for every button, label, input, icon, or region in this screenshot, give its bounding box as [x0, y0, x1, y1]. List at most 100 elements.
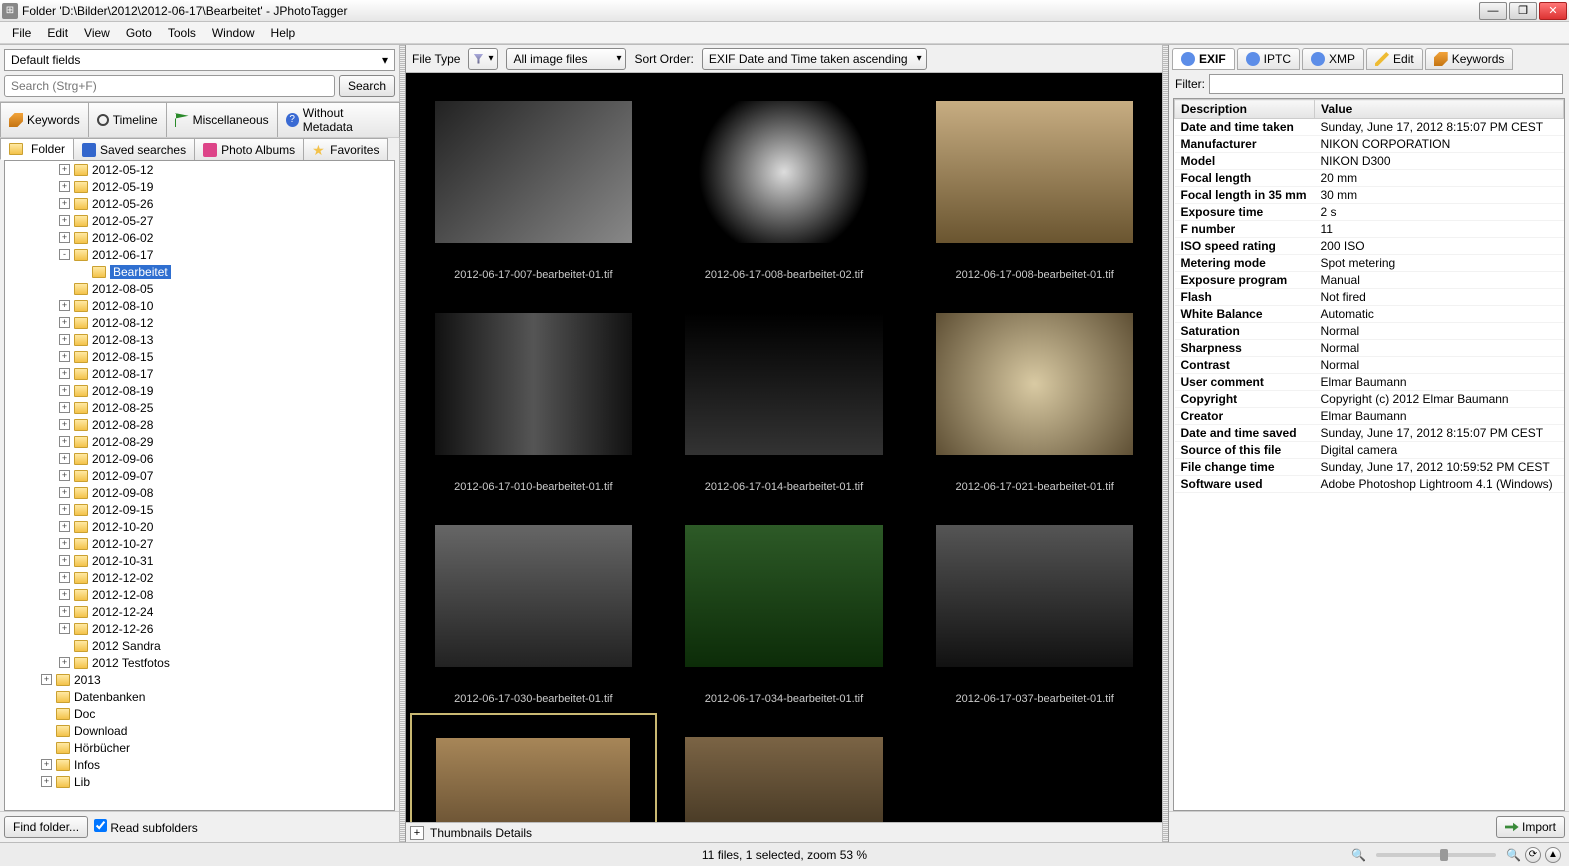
- search-button[interactable]: Search: [339, 75, 395, 97]
- tree-node[interactable]: Download: [5, 722, 394, 739]
- tree-node[interactable]: +2013: [5, 671, 394, 688]
- thumbnail[interactable]: 2012-06-17-008-bearbeitet-02.tif: [661, 77, 908, 285]
- tree-node[interactable]: +2012-12-26: [5, 620, 394, 637]
- zoom-slider-knob[interactable]: [1440, 849, 1448, 861]
- find-folder-button[interactable]: Find folder...: [4, 816, 88, 838]
- read-subfolders-checkbox[interactable]: [94, 819, 107, 832]
- refresh-button[interactable]: ⟳: [1525, 847, 1541, 863]
- thumbnail[interactable]: 2012-06-17-037-bearbeitet-01.tif: [911, 501, 1158, 709]
- menu-goto[interactable]: Goto: [118, 24, 160, 42]
- expand-icon[interactable]: -: [59, 249, 70, 260]
- tab-photo-albums[interactable]: Photo Albums: [194, 138, 304, 160]
- expand-icon[interactable]: +: [59, 334, 70, 345]
- metadata-row[interactable]: Exposure time2 s: [1175, 204, 1564, 221]
- expand-icon[interactable]: +: [59, 606, 70, 617]
- tree-node[interactable]: +2012-09-08: [5, 484, 394, 501]
- metadata-row[interactable]: File change timeSunday, June 17, 2012 10…: [1175, 459, 1564, 476]
- filetype-dropdown[interactable]: All image files: [506, 48, 626, 70]
- tree-node[interactable]: Hörbücher: [5, 739, 394, 756]
- tree-node[interactable]: Bearbeitet: [5, 263, 394, 280]
- filetype-filter-button[interactable]: [468, 48, 498, 70]
- tree-node[interactable]: +2012-12-24: [5, 603, 394, 620]
- metadata-row[interactable]: Metering modeSpot metering: [1175, 255, 1564, 272]
- thumbnail[interactable]: 2012-06-17-043-bearbeitet-01.tif: [661, 713, 908, 822]
- tab-folder[interactable]: Folder: [0, 138, 74, 160]
- expand-icon[interactable]: +: [59, 487, 70, 498]
- tree-node[interactable]: 2012 Sandra: [5, 637, 394, 654]
- metadata-row[interactable]: White BalanceAutomatic: [1175, 306, 1564, 323]
- metadata-row[interactable]: F number11: [1175, 221, 1564, 238]
- tab-timeline[interactable]: Timeline: [88, 102, 167, 137]
- metadata-tab-iptc[interactable]: IPTC: [1237, 48, 1300, 70]
- metadata-row[interactable]: FlashNot fired: [1175, 289, 1564, 306]
- expand-icon[interactable]: +: [59, 419, 70, 430]
- tab-saved-searches[interactable]: Saved searches: [73, 138, 195, 160]
- metadata-row[interactable]: Software usedAdobe Photoshop Lightroom 4…: [1175, 476, 1564, 493]
- tab-miscellaneous[interactable]: Miscellaneous: [166, 102, 278, 137]
- col-value[interactable]: Value: [1315, 100, 1564, 119]
- tree-node[interactable]: Doc: [5, 705, 394, 722]
- thumbnail[interactable]: 2012-06-17-034-bearbeitet-01.tif: [661, 501, 908, 709]
- tree-node[interactable]: +2012-08-10: [5, 297, 394, 314]
- metadata-row[interactable]: ManufacturerNIKON CORPORATION: [1175, 136, 1564, 153]
- folder-tree[interactable]: +2012-05-12+2012-05-19+2012-05-26+2012-0…: [4, 160, 395, 811]
- expand-icon[interactable]: +: [59, 623, 70, 634]
- tree-node[interactable]: +2012-09-07: [5, 467, 394, 484]
- thumbnail[interactable]: 2012-06-17-008-bearbeitet-01.tif: [911, 77, 1158, 285]
- metadata-row[interactable]: CreatorElmar Baumann: [1175, 408, 1564, 425]
- menu-edit[interactable]: Edit: [39, 24, 76, 42]
- metadata-row[interactable]: Date and time takenSunday, June 17, 2012…: [1175, 119, 1564, 136]
- metadata-row[interactable]: ModelNIKON D300: [1175, 153, 1564, 170]
- metadata-row[interactable]: Date and time savedSunday, June 17, 2012…: [1175, 425, 1564, 442]
- search-input[interactable]: [4, 75, 335, 97]
- expand-icon[interactable]: +: [59, 402, 70, 413]
- close-button[interactable]: ✕: [1539, 2, 1567, 20]
- tree-node[interactable]: +2012-08-19: [5, 382, 394, 399]
- expand-icon[interactable]: +: [59, 470, 70, 481]
- thumbnail[interactable]: 2012-06-17-040-bearbeitet-01.tif: [410, 713, 657, 822]
- thumbnail-grid[interactable]: 2012-06-17-007-bearbeitet-01.tif2012-06-…: [406, 73, 1162, 822]
- metadata-table[interactable]: Description Value Date and time takenSun…: [1173, 98, 1565, 811]
- tree-node[interactable]: +2012-08-15: [5, 348, 394, 365]
- expand-icon[interactable]: +: [59, 198, 70, 209]
- metadata-row[interactable]: CopyrightCopyright (c) 2012 Elmar Bauman…: [1175, 391, 1564, 408]
- metadata-tab-edit[interactable]: Edit: [1366, 48, 1423, 70]
- zoom-out-icon[interactable]: 🔍: [1351, 848, 1366, 862]
- tree-node[interactable]: +2012-12-08: [5, 586, 394, 603]
- minimize-button[interactable]: —: [1479, 2, 1507, 20]
- metadata-tab-exif[interactable]: EXIF: [1172, 48, 1235, 70]
- tree-node[interactable]: +2012-05-19: [5, 178, 394, 195]
- tree-node[interactable]: +2012-08-12: [5, 314, 394, 331]
- metadata-row[interactable]: Focal length20 mm: [1175, 170, 1564, 187]
- expand-icon[interactable]: +: [41, 759, 52, 770]
- expand-icon[interactable]: +: [59, 555, 70, 566]
- import-button[interactable]: Import: [1496, 816, 1565, 838]
- expand-icon[interactable]: +: [59, 351, 70, 362]
- metadata-tab-keywords[interactable]: Keywords: [1425, 48, 1514, 70]
- tree-node[interactable]: +2012-09-06: [5, 450, 394, 467]
- sort-dropdown[interactable]: EXIF Date and Time taken ascending: [702, 48, 927, 70]
- tree-node[interactable]: +2012-10-27: [5, 535, 394, 552]
- menu-tools[interactable]: Tools: [160, 24, 204, 42]
- thumbnail[interactable]: 2012-06-17-014-bearbeitet-01.tif: [661, 289, 908, 497]
- expand-icon[interactable]: +: [59, 317, 70, 328]
- thumbnail[interactable]: 2012-06-17-021-bearbeitet-01.tif: [911, 289, 1158, 497]
- expand-icon[interactable]: +: [59, 215, 70, 226]
- zoom-in-icon[interactable]: 🔍: [1506, 848, 1521, 862]
- tree-node[interactable]: +2012-08-25: [5, 399, 394, 416]
- expand-details-button[interactable]: +: [410, 826, 424, 840]
- tree-node[interactable]: +2012-08-13: [5, 331, 394, 348]
- thumbnail[interactable]: 2012-06-17-030-bearbeitet-01.tif: [410, 501, 657, 709]
- metadata-row[interactable]: Source of this fileDigital camera: [1175, 442, 1564, 459]
- menu-view[interactable]: View: [76, 24, 118, 42]
- menu-window[interactable]: Window: [204, 24, 263, 42]
- tree-node[interactable]: +Lib: [5, 773, 394, 790]
- expand-icon[interactable]: +: [41, 674, 52, 685]
- tree-node[interactable]: +2012-08-28: [5, 416, 394, 433]
- tree-node[interactable]: +2012-12-02: [5, 569, 394, 586]
- tree-node[interactable]: +2012 Testfotos: [5, 654, 394, 671]
- tree-node[interactable]: Datenbanken: [5, 688, 394, 705]
- read-subfolders-check[interactable]: Read subfolders: [94, 819, 198, 835]
- filter-input[interactable]: [1209, 74, 1563, 94]
- expand-icon[interactable]: +: [59, 657, 70, 668]
